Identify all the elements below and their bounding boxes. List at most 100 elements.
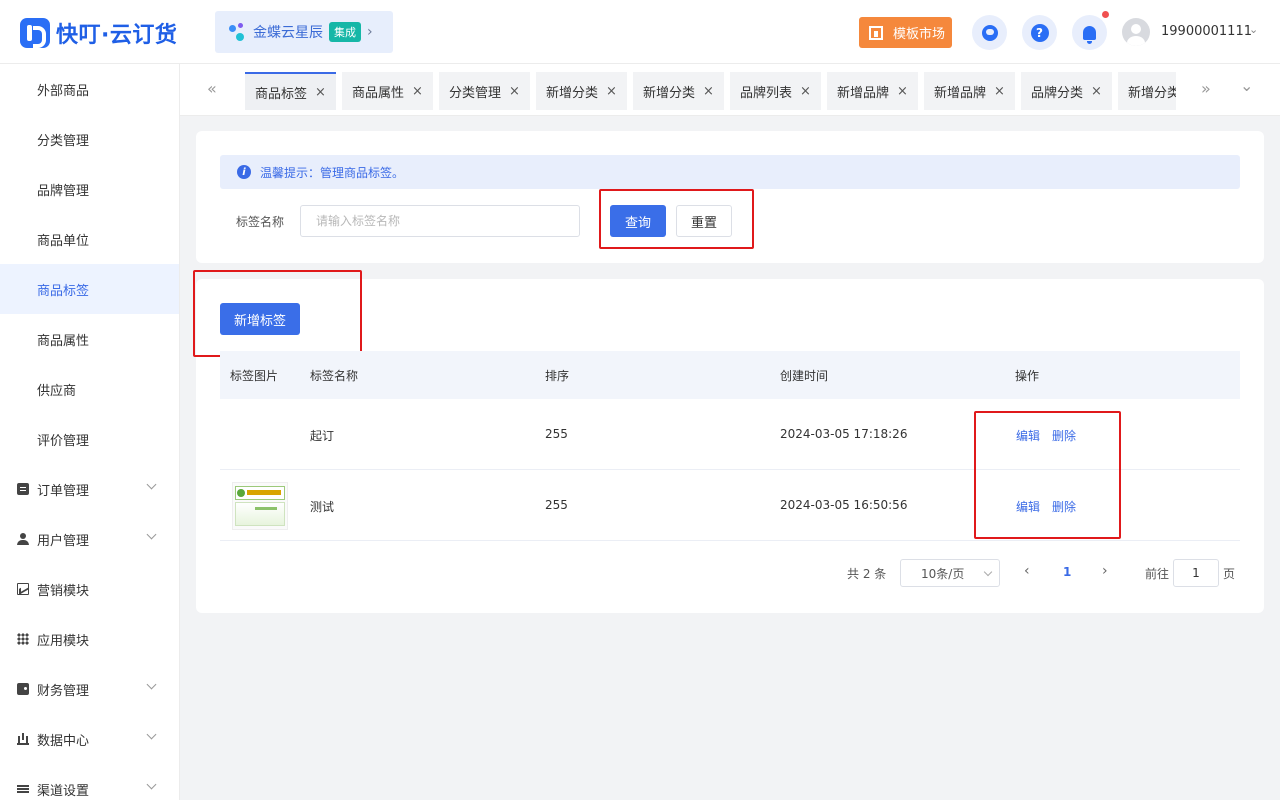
tag-name-input[interactable]: [300, 205, 580, 237]
sidebar-item-label: 供应商: [37, 383, 77, 399]
top-header: 快叮·云订货 金蝶云星辰 集成 › 模板市场 ? 19900001111 ⌄: [0, 0, 1280, 64]
column-header-actions: 操作: [1015, 369, 1040, 383]
sidebar-group-data[interactable]: 数据中心: [0, 714, 179, 764]
tab-label: 新增品牌: [934, 85, 987, 101]
tab-label: 品牌分类: [1031, 85, 1084, 101]
bell-icon: [1083, 25, 1096, 44]
sidebar-item-label: 商品标签: [37, 283, 90, 299]
sidebar-item-category[interactable]: 分类管理: [0, 114, 179, 164]
tag-name-cell: 起订: [310, 429, 335, 443]
created-time-cell: 2024-03-05 16:50:56: [780, 498, 908, 512]
app-logo[interactable]: 快叮·云订货: [20, 17, 177, 49]
tab-label: 新增分类: [643, 85, 696, 101]
sort-cell: 255: [545, 498, 568, 512]
chevron-down-icon: [983, 567, 993, 577]
sidebar-item-brand[interactable]: 品牌管理: [0, 164, 179, 214]
chevron-down-icon[interactable]: ⌄: [1249, 23, 1258, 36]
column-header-image: 标签图片: [230, 369, 279, 383]
logo-icon: [20, 18, 50, 48]
close-icon[interactable]: ×: [703, 84, 714, 99]
prev-page-button[interactable]: ‹: [1024, 563, 1030, 579]
page-size-value: 10条/页: [921, 566, 965, 581]
notifications-button[interactable]: [1072, 15, 1107, 50]
bar-chart-icon: [17, 733, 29, 745]
tab-product-attributes[interactable]: 商品属性 ×: [342, 72, 433, 110]
tag-name-label: 标签名称: [236, 215, 285, 229]
sidebar-group-orders[interactable]: 订单管理: [0, 464, 179, 514]
template-market-button[interactable]: 模板市场: [859, 17, 952, 48]
sidebar-group-users[interactable]: 用户管理: [0, 514, 179, 564]
created-time-cell: 2024-03-05 17:18:26: [780, 427, 908, 441]
tab-brand-category[interactable]: 品牌分类 ×: [1021, 72, 1112, 110]
highlight-box-add-button: [193, 270, 362, 357]
highlight-box-search-actions: [599, 189, 754, 249]
tab-label: 品牌列表: [740, 85, 793, 101]
sidebar-group-apps[interactable]: 应用模块: [0, 614, 179, 664]
close-icon[interactable]: ×: [315, 85, 326, 100]
sidebar-group-label: 应用模块: [37, 633, 90, 649]
close-icon[interactable]: ×: [1091, 84, 1102, 99]
tab-add-category-2[interactable]: 新增分类 ×: [633, 72, 724, 110]
tab-label: 新增分类: [1128, 85, 1176, 101]
tab-add-category-3[interactable]: 新增分类: [1118, 72, 1176, 110]
close-icon[interactable]: ×: [509, 84, 520, 99]
goto-page-input[interactable]: [1173, 559, 1219, 587]
avatar[interactable]: [1122, 18, 1150, 46]
wallet-icon: [17, 683, 29, 695]
tab-add-category[interactable]: 新增分类 ×: [536, 72, 627, 110]
chevron-down-icon[interactable]: ⌄: [1240, 76, 1253, 95]
column-header-created: 创建时间: [780, 369, 829, 383]
sidebar-group-channels[interactable]: 渠道设置: [0, 764, 179, 800]
tabs-bar: « 商品标签 × 商品属性 × 分类管理 × 新增分类 × 新增分类 × 品牌列…: [180, 64, 1280, 116]
tab-label: 新增品牌: [837, 85, 890, 101]
sidebar: 外部商品 分类管理 品牌管理 商品单位 商品标签 商品属性 供应商 评价管理 订…: [0, 64, 180, 800]
sidebar-item-reviews[interactable]: 评价管理: [0, 414, 179, 464]
help-button[interactable]: ?: [1022, 15, 1057, 50]
tabs-scroll-right-icon[interactable]: »: [1201, 79, 1211, 98]
sidebar-group-marketing[interactable]: 营销模块: [0, 564, 179, 614]
page-size-select[interactable]: 10条/页: [900, 559, 1000, 587]
template-icon: [869, 25, 883, 40]
marketing-icon: [17, 583, 29, 595]
sidebar-item-label: 外部商品: [37, 83, 90, 99]
sidebar-group-label: 数据中心: [37, 733, 90, 749]
integration-switcher[interactable]: 金蝶云星辰 集成 ›: [215, 11, 393, 53]
sidebar-item-tags[interactable]: 商品标签: [0, 264, 179, 314]
info-icon: i: [237, 165, 251, 179]
page-number-current[interactable]: 1: [1063, 565, 1071, 579]
sidebar-group-label: 订单管理: [37, 483, 90, 499]
user-account[interactable]: 19900001111: [1161, 24, 1252, 39]
close-icon[interactable]: ×: [897, 84, 908, 99]
tab-add-brand-2[interactable]: 新增品牌 ×: [924, 72, 1015, 110]
close-icon[interactable]: ×: [606, 84, 617, 99]
chevron-down-icon: [146, 529, 157, 540]
close-icon[interactable]: ×: [994, 84, 1005, 99]
tag-name-cell: 测试: [310, 500, 335, 514]
chevron-down-icon: [146, 679, 157, 690]
sidebar-group-label: 财务管理: [37, 683, 90, 699]
notification-dot: [1102, 11, 1109, 18]
tab-product-tags[interactable]: 商品标签 ×: [245, 72, 336, 110]
sidebar-group-finance[interactable]: 财务管理: [0, 664, 179, 714]
sort-cell: 255: [545, 427, 568, 441]
next-page-button[interactable]: ›: [1102, 563, 1108, 579]
help-icon: ?: [1030, 23, 1049, 42]
sidebar-group-label: 渠道设置: [37, 783, 90, 799]
tab-add-brand[interactable]: 新增品牌 ×: [827, 72, 918, 110]
tab-category-management[interactable]: 分类管理 ×: [439, 72, 530, 110]
tab-brand-list[interactable]: 品牌列表 ×: [730, 72, 821, 110]
sidebar-item-attributes[interactable]: 商品属性: [0, 314, 179, 364]
tag-image-thumbnail[interactable]: [232, 482, 288, 530]
sidebar-item-unit[interactable]: 商品单位: [0, 214, 179, 264]
user-icon: [17, 533, 29, 545]
tab-label: 商品属性: [352, 85, 405, 101]
tabs-scroll-left-icon[interactable]: «: [207, 79, 217, 98]
sidebar-item-label: 商品属性: [37, 333, 90, 349]
sidebar-group-label: 营销模块: [37, 583, 90, 599]
close-icon[interactable]: ×: [412, 84, 423, 99]
close-icon[interactable]: ×: [800, 84, 811, 99]
sidebar-item-supplier[interactable]: 供应商: [0, 364, 179, 414]
sidebar-group-label: 用户管理: [37, 533, 90, 549]
sidebar-item-external-goods[interactable]: 外部商品: [0, 64, 179, 114]
customer-service-button[interactable]: [972, 15, 1007, 50]
